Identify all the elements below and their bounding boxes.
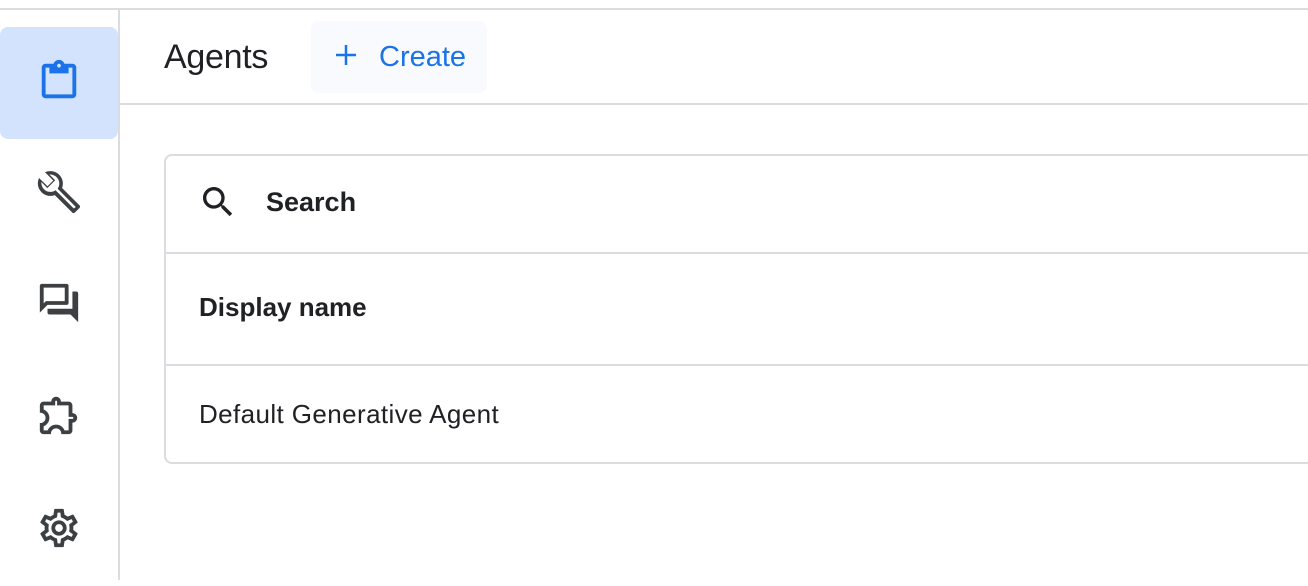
forum-icon xyxy=(36,280,82,331)
sidebar-item-extensions[interactable] xyxy=(0,361,118,473)
table-cell-display-name[interactable]: Default Generative Agent xyxy=(199,399,499,430)
sidebar-item-conversations[interactable] xyxy=(0,249,118,361)
plus-icon xyxy=(331,40,379,75)
agents-table-card: Display name Default Generative Agent xyxy=(164,154,1308,464)
wrench-icon xyxy=(36,169,82,220)
extension-icon xyxy=(36,392,82,443)
column-header-display-name[interactable]: Display name xyxy=(199,292,367,323)
create-button-label: Create xyxy=(379,40,467,73)
table-header-row: Display name xyxy=(166,254,1308,366)
page-title: Agents xyxy=(164,38,269,76)
sidebar-nav xyxy=(0,10,120,580)
gear-icon xyxy=(36,505,82,556)
sidebar-item-agents[interactable] xyxy=(0,27,118,139)
search-bar xyxy=(166,156,1308,254)
clipboard-icon xyxy=(36,58,82,109)
create-button[interactable]: Create xyxy=(311,21,487,93)
sidebar-item-tools[interactable] xyxy=(0,138,118,250)
table-row[interactable]: Default Generative Agent xyxy=(166,366,1308,464)
sidebar-item-settings[interactable] xyxy=(0,474,118,586)
search-input[interactable] xyxy=(266,182,1166,222)
page-header: Agents Create xyxy=(120,10,1308,105)
